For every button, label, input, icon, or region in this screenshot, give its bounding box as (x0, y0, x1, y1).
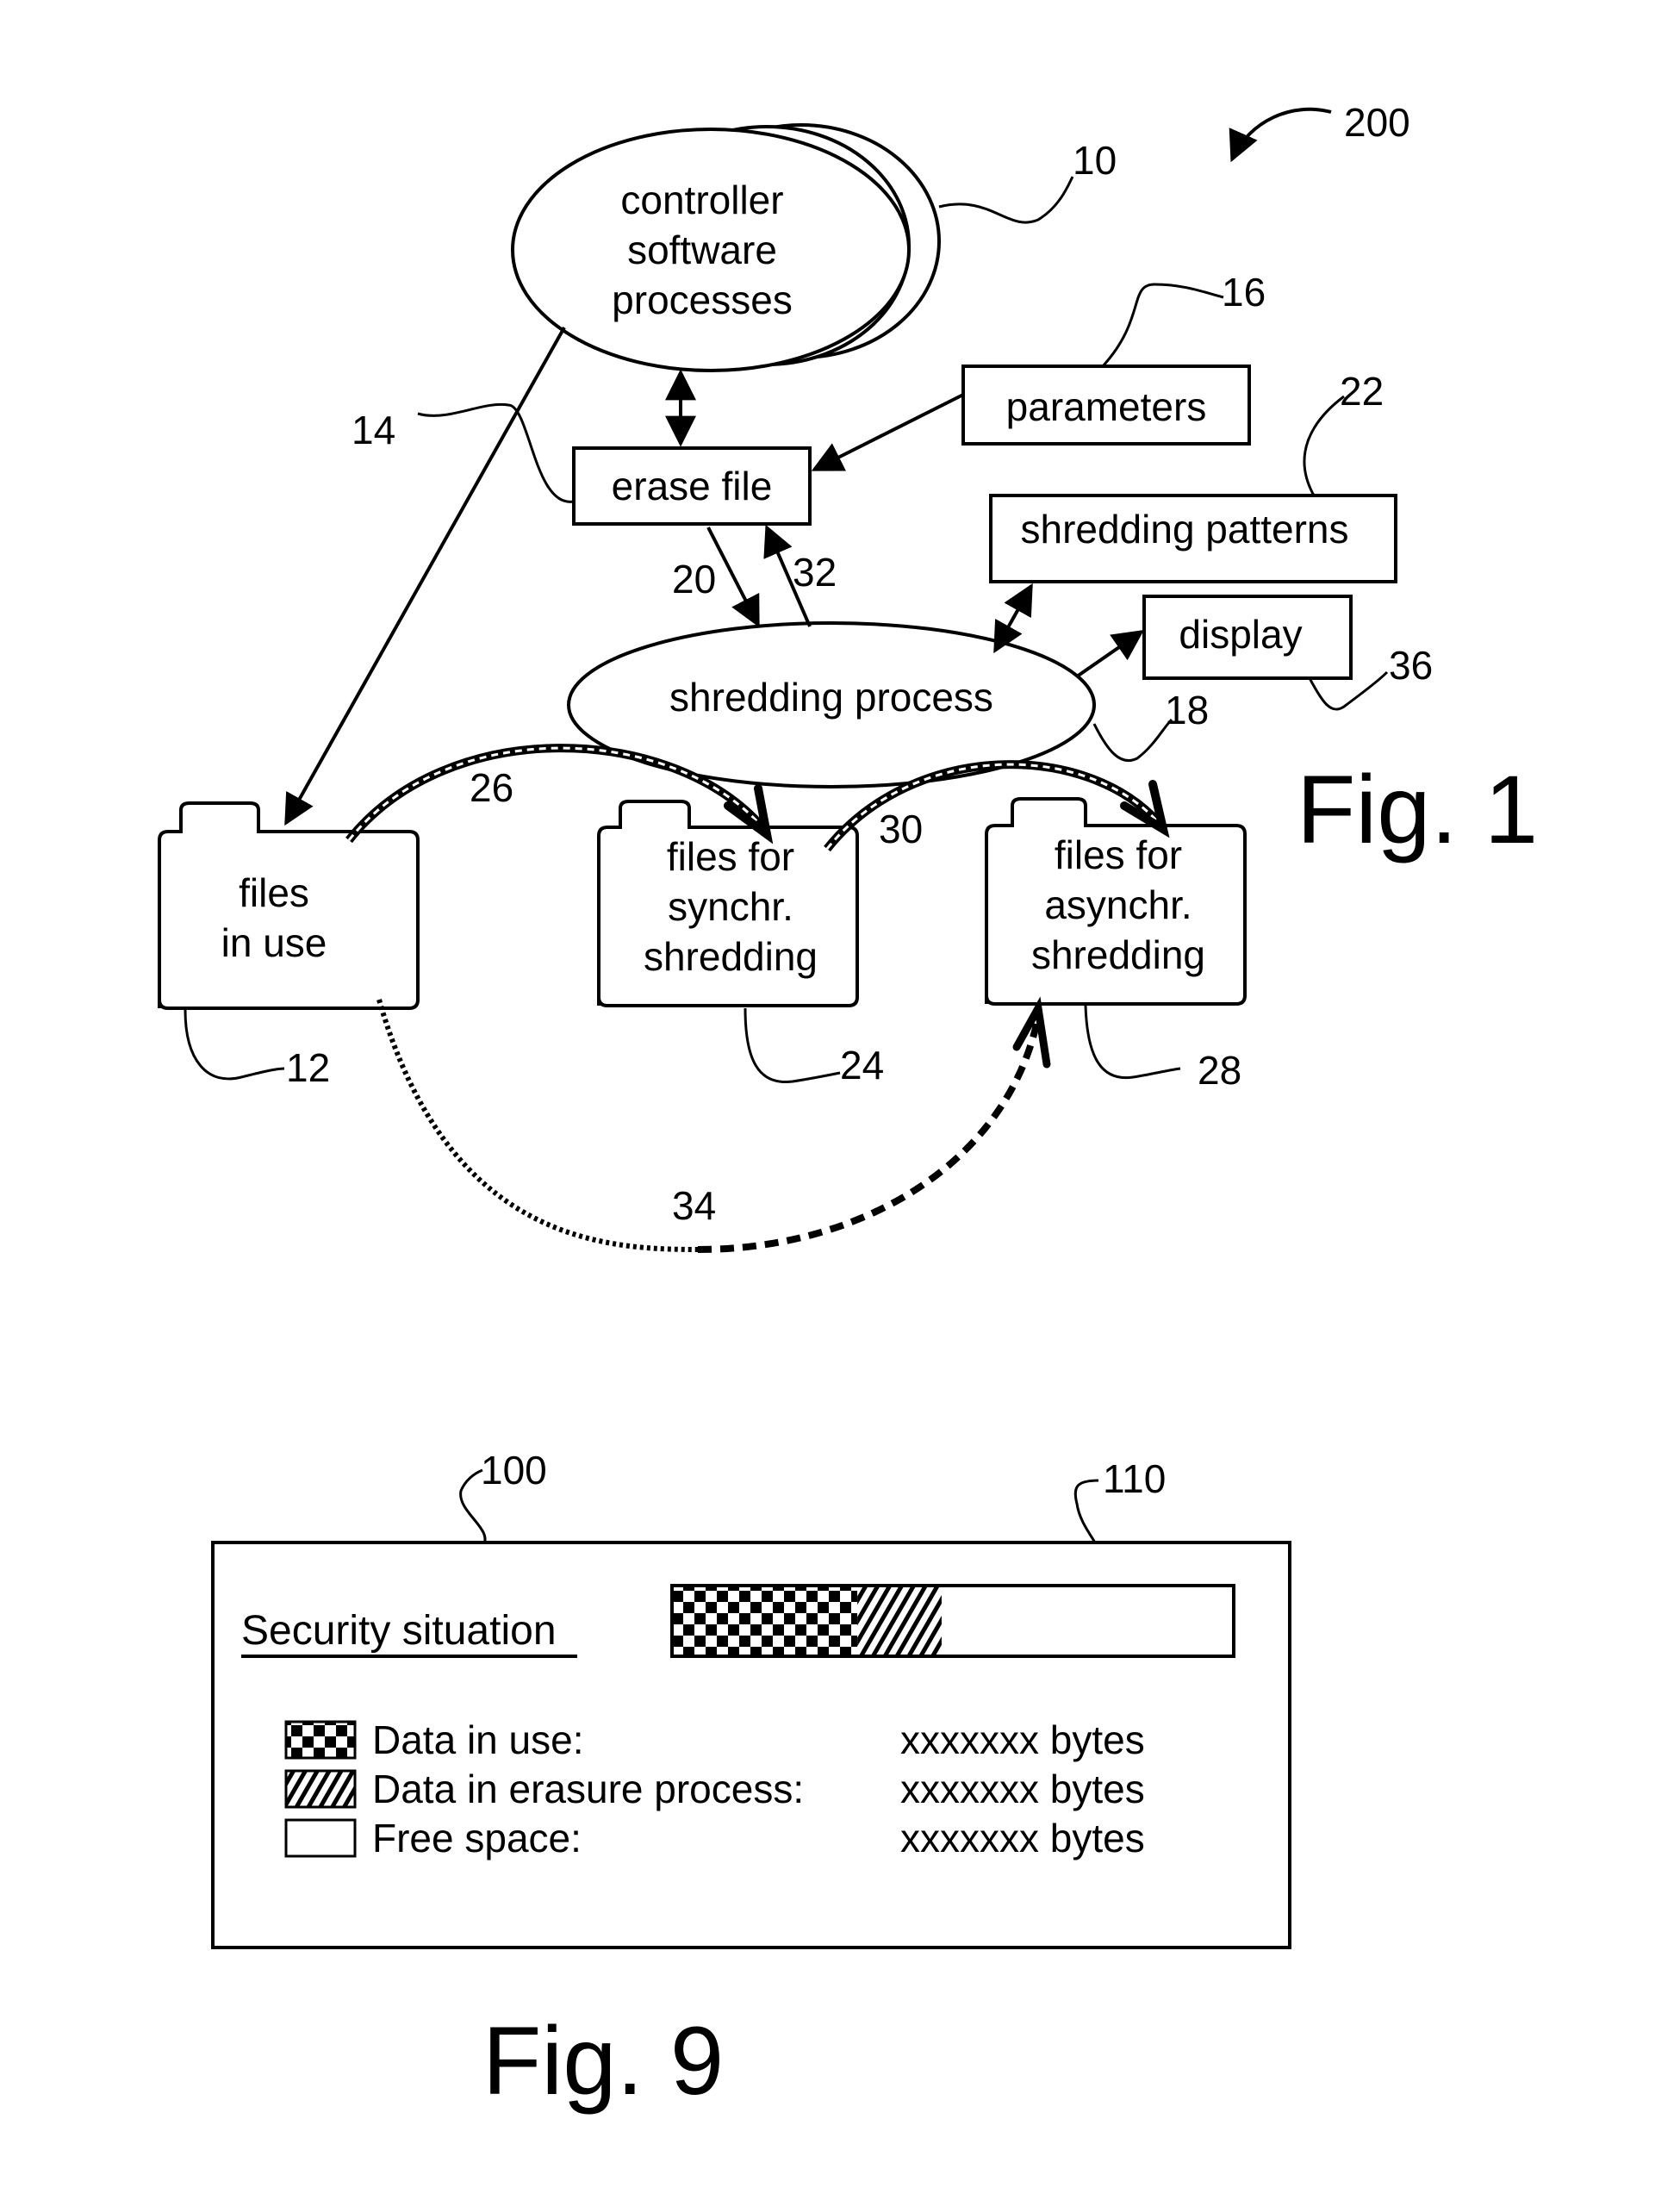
security-usage-bar (670, 1584, 1235, 1658)
system-reference: 200 (1229, 100, 1410, 163)
reference-arrow-icon (1229, 107, 1332, 163)
process-patterns-arrow (993, 583, 1033, 654)
erase-file-label: erase file (612, 464, 773, 508)
ref-34: 34 (672, 1183, 716, 1228)
legend-value: xxxxxxx bytes (900, 1767, 1145, 1811)
ref-30: 30 (879, 807, 923, 851)
parameters-box[interactable]: parameters (961, 365, 1251, 446)
figure-1-label: Fig. 1 (1297, 756, 1538, 863)
ref-14: 14 (352, 408, 395, 452)
checker-swatch-icon (284, 1720, 357, 1760)
erase-file-box[interactable]: erase file (572, 446, 812, 526)
files-in-use-line-1: files (239, 870, 309, 915)
leader-14 (417, 402, 575, 503)
files-in-use-folder[interactable]: files in use (158, 801, 420, 1010)
leader-12 (184, 1009, 285, 1081)
figure-1: 200 controller software processes 10 era… (158, 100, 1538, 1253)
legend-value: xxxxxxx bytes (900, 1816, 1145, 1860)
leader-24 (744, 1007, 841, 1084)
legend-label: Data in use: (372, 1717, 583, 1762)
files-sync-line-3: shredding (644, 934, 818, 979)
leader-16 (1101, 283, 1224, 368)
process-display-arrow (1075, 629, 1144, 678)
files-in-use-line-2: in use (221, 920, 327, 965)
patent-drawing: 200 controller software processes 10 era… (158, 100, 1538, 2115)
figure-9-label: Fig. 9 (482, 2007, 724, 2115)
ref-32: 32 (793, 550, 837, 595)
bar-segment-erasure (857, 1586, 942, 1656)
files-async-shredding-folder[interactable]: files for asynchr. shredding (985, 797, 1247, 1006)
files-sync-line-1: files for (667, 834, 794, 879)
files-async-line-3: shredding (1031, 932, 1205, 977)
legend-label: Free space: (372, 1816, 582, 1860)
ref-24: 24 (840, 1043, 884, 1088)
legend-label: Data in erasure process: (372, 1767, 804, 1811)
controller-line-1: controller (620, 178, 783, 222)
controller-line-2: software (627, 227, 777, 272)
arc-34-zigzag-segment (376, 999, 699, 1252)
legend-value: xxxxxxx bytes (900, 1717, 1145, 1762)
leader-18 (1092, 718, 1173, 762)
shredding-patterns-label: shredding patterns (1020, 507, 1348, 552)
leader-22 (1303, 395, 1345, 496)
parameters-to-erase-arrow (811, 393, 964, 471)
empty-swatch-icon (284, 1818, 357, 1858)
ref-110: 110 (1103, 1456, 1166, 1501)
controller-line-3: processes (612, 277, 793, 322)
files-async-line-2: asynchr. (1044, 882, 1192, 927)
leader-28 (1084, 1005, 1181, 1080)
ref-12: 12 (286, 1045, 330, 1090)
ref-26: 26 (470, 765, 513, 810)
ref-200: 200 (1344, 100, 1410, 145)
figure-9: 100 110 Security situation Data in use: … (211, 1448, 1291, 2115)
shredding-patterns-box[interactable]: shredding patterns (989, 494, 1397, 583)
display-label: display (1179, 612, 1302, 657)
leader-10 (938, 176, 1074, 224)
files-async-line-1: files for (1055, 832, 1182, 877)
files-sync-shredding-folder[interactable]: files for synchr. shredding (597, 800, 859, 1007)
files-sync-line-2: synchr. (668, 884, 793, 929)
bar-segment-in-use (672, 1586, 858, 1656)
bar-segment-free (941, 1586, 1234, 1656)
display-box[interactable]: display (1142, 595, 1353, 680)
ref-20: 20 (672, 557, 716, 601)
shredding-process-label: shredding process (669, 675, 993, 720)
ref-18: 18 (1165, 688, 1209, 732)
ref-10: 10 (1073, 138, 1117, 183)
ref-16: 16 (1222, 270, 1266, 315)
ref-36: 36 (1389, 643, 1433, 688)
ref-100: 100 (481, 1448, 547, 1493)
parameters-label: parameters (1006, 384, 1207, 429)
legend-row-erasure: Data in erasure process: xxxxxxx bytes (284, 1767, 1145, 1811)
security-situation-title[interactable]: Security situation (241, 1608, 557, 1654)
hatch-swatch-icon (284, 1769, 357, 1809)
ref-22: 22 (1340, 369, 1384, 414)
ref-28: 28 (1198, 1048, 1241, 1093)
controller-software-processes[interactable]: controller software processes (511, 123, 941, 372)
